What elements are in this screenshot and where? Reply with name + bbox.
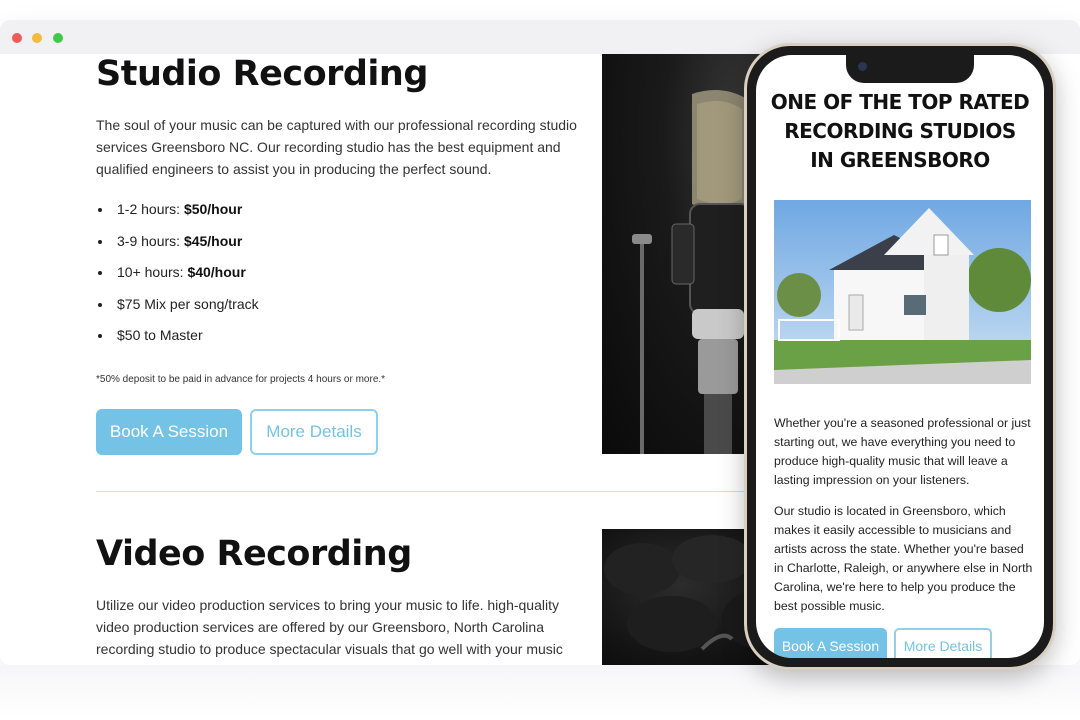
camera-icon	[858, 62, 867, 71]
phone-notch	[846, 55, 974, 83]
phone-paragraph-intro: Whether you're a seasoned professional o…	[774, 416, 1031, 487]
price-item: 1-2 hours: $50/hour	[113, 198, 259, 230]
deposit-note: *50% deposit to be paid in advance for p…	[96, 374, 386, 385]
phone-more-details-button[interactable]: More Details	[894, 628, 992, 658]
phone-mockup: ONE OF THE TOP RATED RECORDING STUDIOS I…	[744, 43, 1056, 670]
phone-paragraph-location: Our studio is located in Greensboro, whi…	[774, 504, 1033, 613]
price-item: 10+ hours: $40/hour	[113, 261, 259, 293]
video-recording-title: Video Recording	[96, 534, 412, 574]
phone-book-session-button[interactable]: Book A Session	[774, 628, 887, 658]
price-item: $50 to Master	[113, 324, 259, 356]
minimize-window-button[interactable]	[32, 33, 42, 43]
studio-recording-title: Studio Recording	[96, 54, 428, 94]
studio-recording-description: The soul of your music can be captured w…	[96, 117, 577, 177]
page-shadow	[0, 665, 1080, 720]
phone-screen: ONE OF THE TOP RATED RECORDING STUDIOS I…	[756, 55, 1044, 658]
more-details-button[interactable]: More Details	[250, 409, 378, 455]
video-recording-description: Utilize our video production services to…	[96, 597, 563, 665]
price-item: 3-9 hours: $45/hour	[113, 230, 259, 262]
price-item: $75 Mix per song/track	[113, 293, 259, 325]
phone-heading: ONE OF THE TOP RATED RECORDING STUDIOS I…	[770, 90, 1030, 172]
book-session-button[interactable]: Book A Session	[96, 409, 242, 455]
price-list: 1-2 hours: $50/hour 3-9 hours: $45/hour …	[113, 198, 259, 356]
studio-house-photo	[774, 200, 1031, 384]
maximize-window-button[interactable]	[53, 33, 63, 43]
close-window-button[interactable]	[12, 33, 22, 43]
